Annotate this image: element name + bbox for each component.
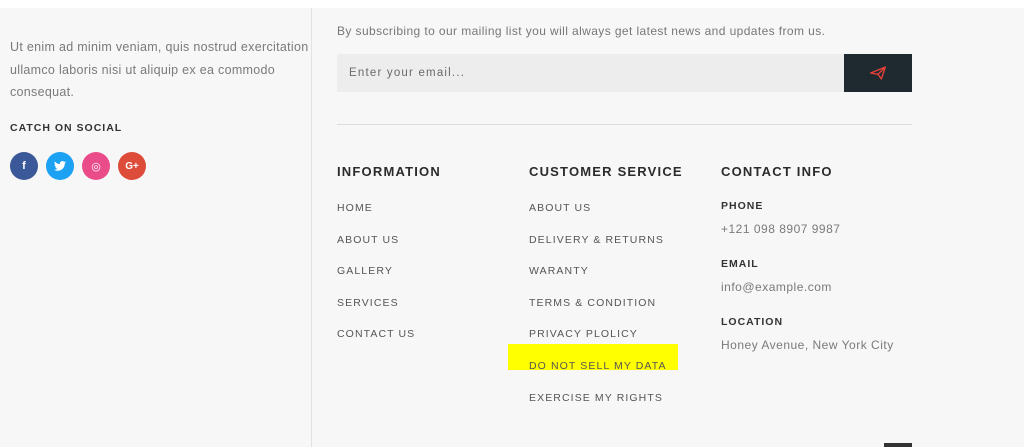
location-label: LOCATION [721, 316, 784, 328]
phone-label: PHONE [721, 200, 764, 212]
link-delivery-returns[interactable]: DELIVERY & RETURNS [529, 234, 683, 266]
paper-plane-icon [870, 66, 886, 80]
location-value: Honey Avenue, New York City [721, 338, 894, 352]
link-exercise-my-rights[interactable]: EXERCISE MY RIGHTS [529, 392, 683, 424]
google-plus-icon[interactable]: G+ [118, 152, 146, 180]
facebook-icon[interactable]: f [10, 152, 38, 180]
link-label: HOME [337, 202, 373, 214]
email-block: EMAIL info@example.com [721, 258, 894, 294]
link-cs-about-us[interactable]: ABOUT US [529, 202, 683, 234]
contact-info-title: CONTACT INFO [721, 164, 833, 179]
social-heading: CATCH ON SOCIAL [10, 122, 123, 134]
link-label: WARANTY [529, 265, 589, 278]
location-block: LOCATION Honey Avenue, New York City [721, 316, 894, 352]
link-label: DELIVERY & RETURNS [529, 233, 664, 246]
link-about-us[interactable]: ABOUT US [337, 234, 441, 266]
link-label: CONTACT US [337, 328, 416, 341]
customer-service-links: ABOUT US DELIVERY & RETURNS WARANTY TERM… [508, 202, 683, 424]
vertical-divider [311, 8, 312, 447]
link-home[interactable]: HOME [337, 202, 441, 234]
top-strip [0, 0, 1024, 8]
scroll-to-top-button[interactable] [884, 443, 912, 447]
twitter-bird-glyph [54, 161, 66, 171]
link-services[interactable]: SERVICES [337, 297, 441, 329]
twitter-icon[interactable] [46, 152, 74, 180]
information-title: INFORMATION [337, 164, 441, 179]
link-label: ABOUT US [529, 202, 592, 214]
faded-widget-title [10, 0, 18, 17]
email-input[interactable] [337, 54, 844, 92]
link-label: GALLERY [337, 265, 393, 278]
customer-service-title: CUSTOMER SERVICE [529, 164, 683, 179]
phone-value: +121 098 8907 9987 [721, 222, 841, 236]
horizontal-divider [337, 124, 912, 125]
link-label: EXERCISE MY RIGHTS [529, 391, 663, 404]
email-label: EMAIL [721, 258, 759, 270]
about-text: Ut enim ad minim veniam, quis nostrud ex… [10, 40, 309, 99]
phone-block: PHONE +121 098 8907 9987 [721, 200, 894, 236]
link-contact-us[interactable]: CONTACT US [337, 328, 441, 360]
link-label: TERMS & CONDITION [529, 296, 657, 309]
link-do-not-sell-my-data[interactable]: DO NOT SELL MY DATA [508, 344, 683, 392]
dribbble-icon[interactable]: ◎ [82, 152, 110, 180]
link-gallery[interactable]: GALLERY [337, 265, 441, 297]
email-value: info@example.com [721, 280, 832, 294]
link-label: PRIVACY PLOLICY [529, 328, 638, 341]
newsletter-description: By subscribing to our mailing list you w… [337, 24, 826, 38]
link-terms-condition[interactable]: TERMS & CONDITION [529, 297, 683, 329]
link-waranty[interactable]: WARANTY [529, 265, 683, 297]
contact-info-column: CONTACT INFO PHONE +121 098 8907 9987 EM… [721, 164, 894, 352]
social-links: f ◎ G+ [10, 152, 146, 180]
link-label: DO NOT SELL MY DATA [529, 359, 667, 372]
link-label: ABOUT US [337, 233, 400, 246]
subscribe-button[interactable] [844, 54, 912, 92]
link-label: SERVICES [337, 296, 399, 309]
information-links: HOME ABOUT US GALLERY SERVICES CONTACT U… [337, 202, 441, 360]
information-column: INFORMATION HOME ABOUT US GALLERY SERVIC… [337, 164, 441, 360]
customer-service-column: CUSTOMER SERVICE ABOUT US DELIVERY & RET… [508, 164, 683, 424]
